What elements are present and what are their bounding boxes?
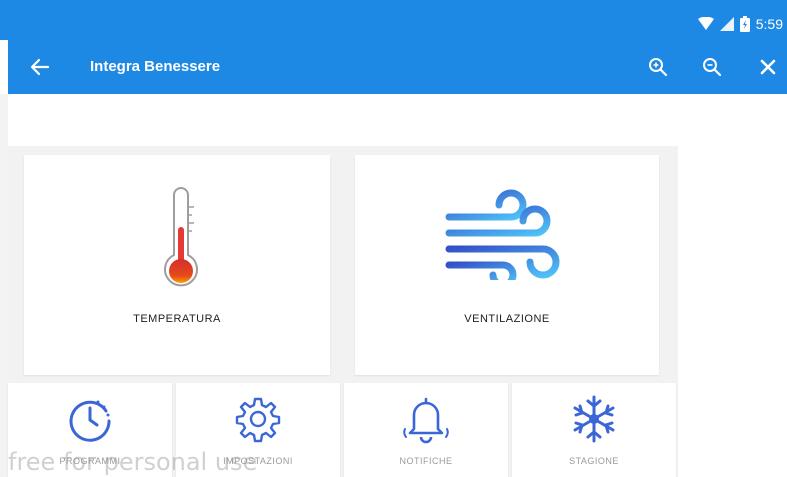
signal-icon [719, 17, 734, 31]
tile-label: NOTIFICHE [399, 456, 453, 466]
status-bar: 5:59 [0, 0, 787, 40]
thermometer-icon [164, 187, 198, 287]
zoom-in-icon[interactable] [646, 55, 670, 79]
right-pane [678, 94, 787, 477]
bell-icon [403, 397, 449, 444]
gear-icon [235, 397, 281, 443]
tile-notifiche[interactable]: NOTIFICHE [344, 383, 508, 477]
header-strip [8, 94, 678, 146]
tile-label: TEMPERATURA [133, 313, 221, 325]
battery-icon [739, 16, 750, 32]
app-bar: Integra Benessere [8, 40, 787, 94]
status-time: 5:59 [755, 16, 783, 32]
tile-label: PROGRAMMI [59, 456, 121, 466]
tile-temperatura[interactable]: TEMPERATURA [24, 155, 330, 375]
tile-ventilazione[interactable]: VENTILAZIONE [355, 155, 659, 375]
wind-icon [445, 189, 560, 280]
tile-impostazioni[interactable]: IMPOSTAZIONI [176, 383, 340, 477]
close-icon[interactable] [756, 55, 780, 79]
zoom-out-icon[interactable] [700, 55, 724, 79]
wifi-icon [697, 17, 714, 30]
tile-label: IMPOSTAZIONI [223, 456, 293, 466]
status-icons: 5:59 [697, 14, 783, 34]
tile-programmi[interactable]: PROGRAMMI [8, 383, 172, 477]
tile-stagione[interactable]: STAGIONE [512, 383, 676, 477]
tile-label: VENTILAZIONE [464, 313, 550, 325]
snowflake-icon [573, 395, 615, 443]
app-title: Integra Benessere [90, 58, 221, 75]
tile-label: STAGIONE [569, 456, 619, 466]
clock-icon [69, 400, 111, 442]
arrow-left-icon[interactable] [28, 55, 52, 79]
